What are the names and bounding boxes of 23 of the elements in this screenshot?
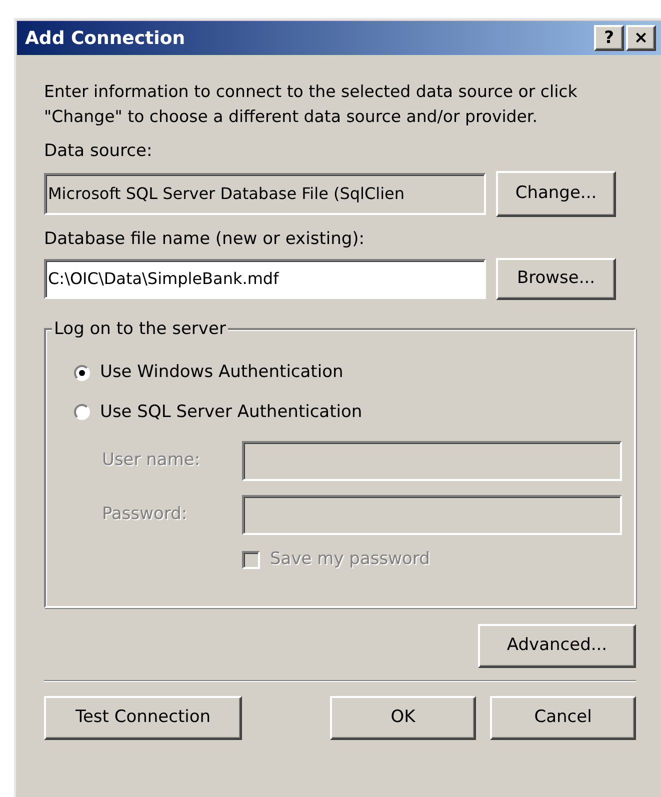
radio-button[interactable]: [74, 404, 90, 420]
dialog-button[interactable]: Cancel: [490, 696, 636, 740]
dialog-button[interactable]: Browse...: [496, 258, 616, 300]
dialog-button[interactable]: Test Connection: [44, 696, 242, 740]
dialog-button[interactable]: OK: [330, 696, 476, 740]
field-label: Password:: [101, 503, 188, 526]
checkbox-label: Save my password: [270, 548, 430, 571]
field-label: Database file name (new or existing):: [44, 228, 366, 250]
field-label: User name:: [101, 449, 202, 472]
intro-text: Enter information to connect to the selected data source or click "Change" to choose a different data source and/or provider.: [44, 81, 578, 128]
radio-label: Use SQL Server Authentication: [100, 400, 362, 424]
dialog-button[interactable]: Advanced...: [478, 624, 636, 668]
window-title: Add Connection: [25, 26, 186, 50]
title-bar-button[interactable]: ×: [626, 25, 656, 51]
radio-option[interactable]: Use Windows Authentication: [74, 360, 634, 386]
dialog-button[interactable]: Change...: [496, 170, 616, 216]
title-bar-button[interactable]: ?: [594, 25, 624, 51]
file-name-field[interactable]: C:\OIC\Data\SimpleBank.mdf: [44, 259, 486, 299]
radio-button[interactable]: [74, 364, 90, 381]
radio-option[interactable]: Use SQL Server Authentication: [74, 400, 634, 425]
field-label: Data source:: [44, 140, 154, 163]
data-source-field: Microsoft SQL Server Database File (SqlClien: [44, 172, 486, 214]
radio-label: Use Windows Authentication: [100, 361, 344, 384]
